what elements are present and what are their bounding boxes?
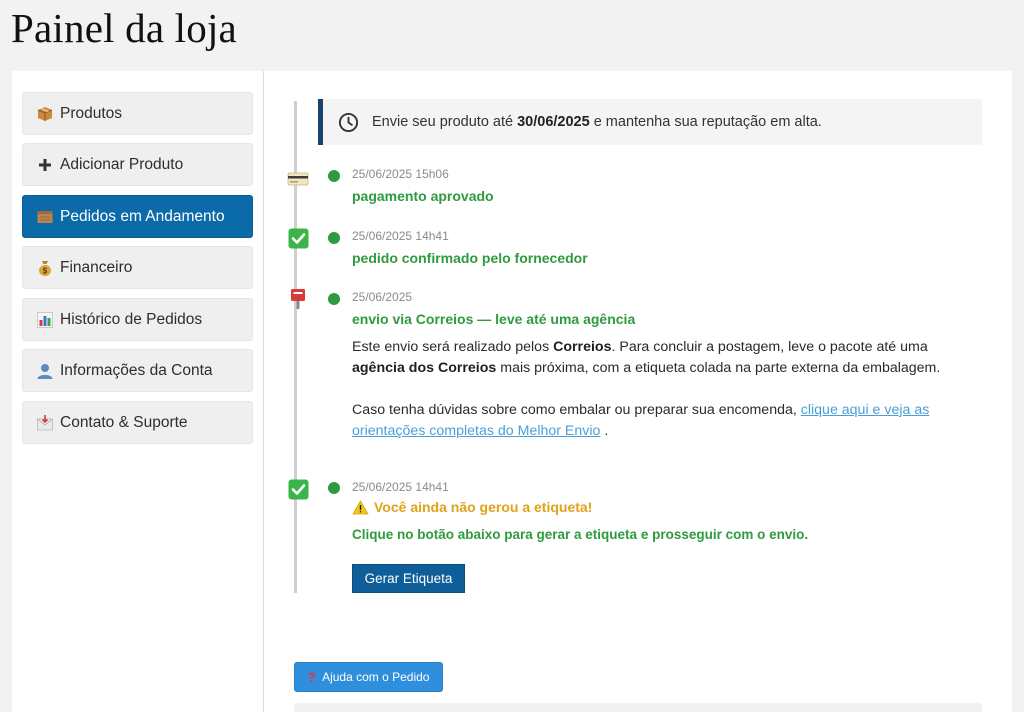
sidebar-item-label: Informações da Conta — [60, 361, 213, 379]
sidebar: Produtos Adicionar Produto Pedidos em An… — [12, 71, 264, 712]
sidebar-item-label: Pedidos em Andamento — [60, 207, 225, 225]
deadline-notice: Envie seu produto até 30/06/2025 e mante… — [318, 99, 982, 145]
warning-text: Você ainda não gerou a etiqueta! — [374, 499, 593, 515]
event-instruction: Clique no botão abaixo para gerar a etiq… — [352, 527, 809, 542]
sidebar-item-pedidos-em-andamento[interactable]: Pedidos em Andamento — [22, 195, 253, 238]
package-icon — [35, 105, 55, 123]
sidebar-item-label: Produtos — [60, 104, 123, 122]
event-date: 25/06/2025 14h41 — [352, 480, 449, 494]
event-date: 25/06/2025 — [352, 290, 413, 304]
sidebar-item-historico-de-pedidos[interactable]: Histórico de Pedidos — [22, 298, 253, 341]
timeline-dot — [328, 232, 340, 244]
gerar-etiqueta-button[interactable]: Gerar Etiqueta — [352, 564, 465, 593]
clock-icon — [338, 112, 359, 133]
bar-chart-icon — [35, 311, 55, 329]
warning-icon — [352, 499, 369, 515]
box-icon — [35, 208, 55, 226]
deadline-date: 30/06/2025 — [517, 114, 590, 130]
timeline-dot — [328, 293, 340, 305]
postbox-icon — [286, 288, 310, 310]
sidebar-item-label: Contato & Suporte — [60, 413, 188, 431]
sidebar-item-contato-e-suporte[interactable]: Contato & Suporte — [22, 401, 253, 444]
main-content: Envie seu produto até 30/06/2025 e mante… — [264, 71, 1012, 712]
event-title: pedido confirmado pelo fornecedor — [352, 250, 588, 266]
sidebar-item-label: Financeiro — [60, 258, 133, 276]
deadline-prefix: Envie seu produto até — [372, 114, 514, 130]
page-title: Painel da loja — [11, 5, 237, 51]
sidebar-item-informacoes-da-conta[interactable]: Informações da Conta — [22, 349, 253, 392]
label-warning: Você ainda não gerou a etiqueta! — [352, 499, 592, 515]
event-date: 25/06/2025 15h06 — [352, 167, 449, 181]
sidebar-item-label: Histórico de Pedidos — [60, 310, 203, 328]
help-button-label: Ajuda com o Pedido — [322, 670, 430, 684]
envelope-icon — [35, 414, 55, 432]
sidebar-item-adicionar-produto[interactable]: Adicionar Produto — [22, 143, 253, 186]
check-mark-icon — [286, 227, 310, 249]
event-help-text: Caso tenha dúvidas sobre como embalar ou… — [352, 402, 930, 439]
bottom-panel — [294, 703, 982, 712]
svg-text:$: $ — [43, 266, 48, 275]
event-title: envio via Correios — leve até uma agênci… — [352, 311, 636, 327]
plus-icon — [35, 156, 55, 174]
question-mark-icon: ? — [307, 669, 317, 685]
deadline-suffix: e mantenha sua reputação em alta. — [593, 114, 822, 130]
event-date: 25/06/2025 14h41 — [352, 229, 449, 243]
timeline-dot — [328, 170, 340, 182]
money-bag-icon: $ — [35, 259, 55, 277]
event-description: Este envio será realizado pelos Correios… — [352, 339, 941, 376]
help-order-button[interactable]: ? Ajuda com o Pedido — [294, 662, 443, 692]
sidebar-item-financeiro[interactable]: $ Financeiro — [22, 246, 253, 289]
credit-card-icon — [286, 168, 310, 190]
check-mark-icon — [286, 478, 310, 500]
user-icon — [35, 362, 55, 380]
timeline-dot — [328, 482, 340, 494]
sidebar-item-label: Adicionar Produto — [60, 155, 184, 173]
event-title: pagamento aprovado — [352, 188, 494, 204]
sidebar-item-produtos[interactable]: Produtos — [22, 92, 253, 135]
